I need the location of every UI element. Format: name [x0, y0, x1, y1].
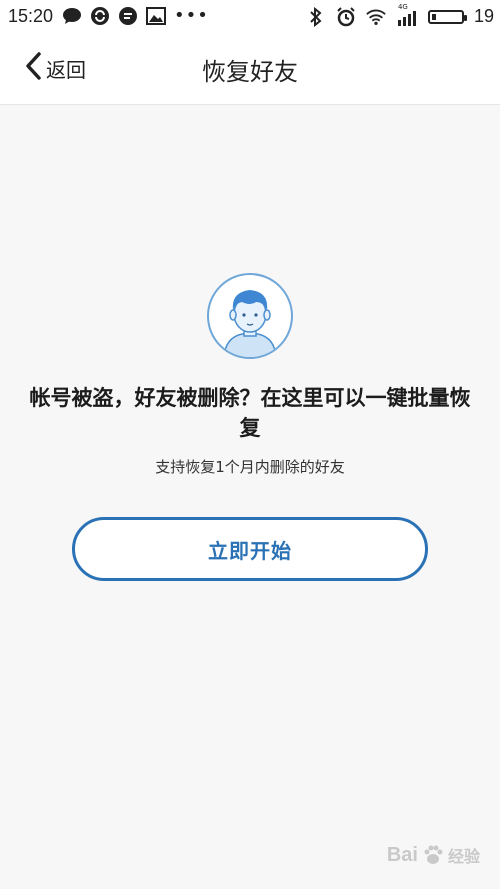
avatar [206, 272, 294, 360]
headline: 帐号被盗，好友被删除？在这里可以一键批量恢复 [29, 386, 471, 440]
watermark-suffix: 经验 [447, 849, 480, 866]
page-title: 恢复好友 [202, 58, 298, 86]
chat-icon [62, 6, 82, 26]
watermark: Bai 经验 [387, 843, 480, 867]
notification-icons: ••• [62, 6, 209, 26]
watermark-brand: Bai [386, 843, 418, 866]
more-notifications-icon: ••• [174, 5, 209, 26]
status-bar: 15:20 ••• 4G 19 [0, 0, 500, 32]
start-button-label: 立即开始 [208, 538, 292, 563]
battery-icon [427, 9, 467, 24]
sync-icon [90, 6, 110, 26]
battery-level: 19 [473, 6, 494, 26]
subtitle: 支持恢复1个月内删除的好友 [155, 458, 345, 476]
navigation-header: 返回 恢复好友 [0, 32, 500, 105]
image-icon [146, 6, 166, 26]
signal-icon: 4G [396, 3, 418, 27]
system-icons: 4G 19 [306, 3, 494, 27]
paw-icon [424, 845, 443, 864]
bluetooth-icon [306, 6, 326, 27]
start-button[interactable]: 立即开始 [72, 517, 428, 581]
message-icon [118, 6, 138, 26]
alarm-icon [336, 6, 356, 27]
wifi-icon [366, 7, 386, 27]
user-avatar-icon [207, 273, 293, 359]
status-time: 15:20 [8, 6, 54, 26]
